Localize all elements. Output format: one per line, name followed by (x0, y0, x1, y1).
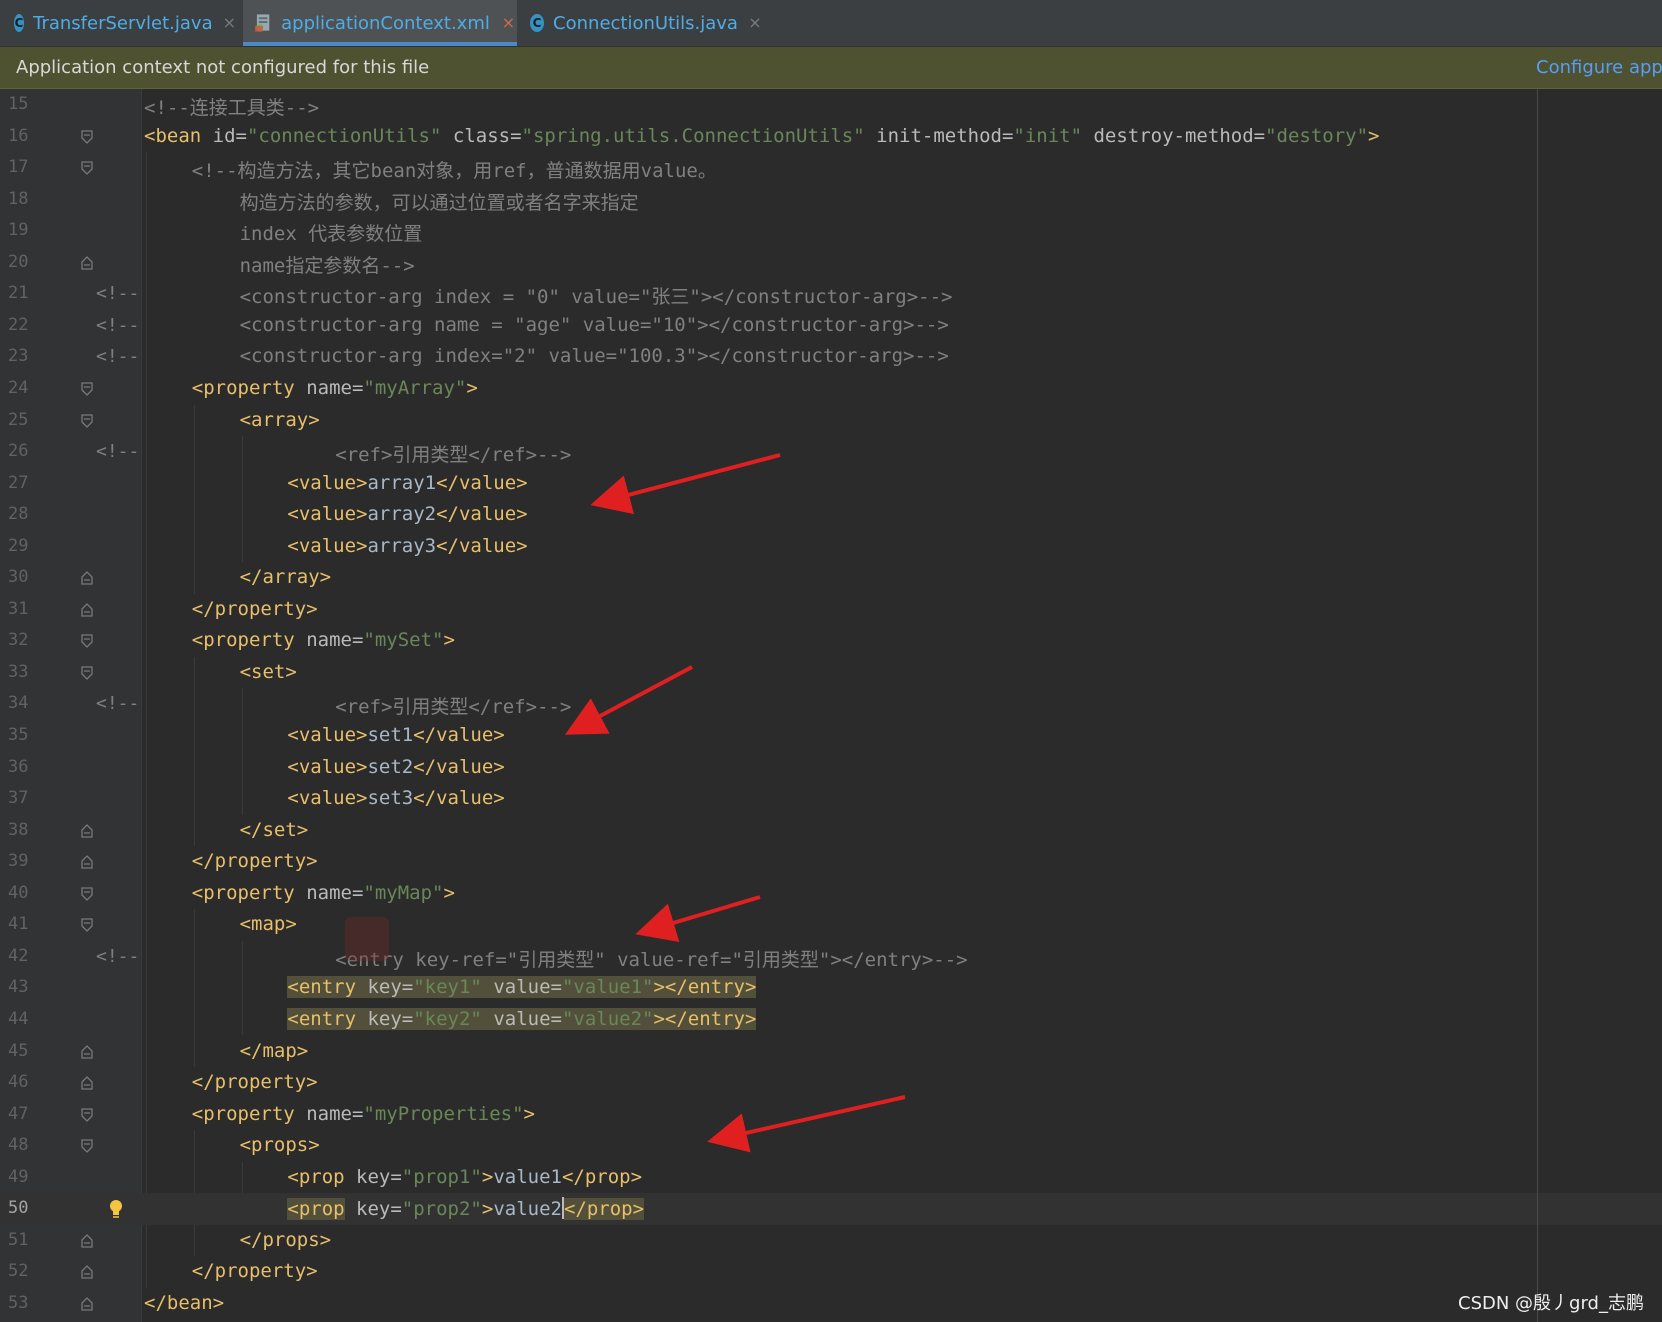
arrow-set (564, 665, 693, 735)
arrow-array (590, 453, 781, 515)
arrow-props (707, 1095, 906, 1153)
csdn-watermark: CSDN @殷丿grd_志鹏 (1458, 1293, 1644, 1314)
arrow-map (635, 895, 761, 942)
annotation-arrows (564, 453, 906, 1153)
